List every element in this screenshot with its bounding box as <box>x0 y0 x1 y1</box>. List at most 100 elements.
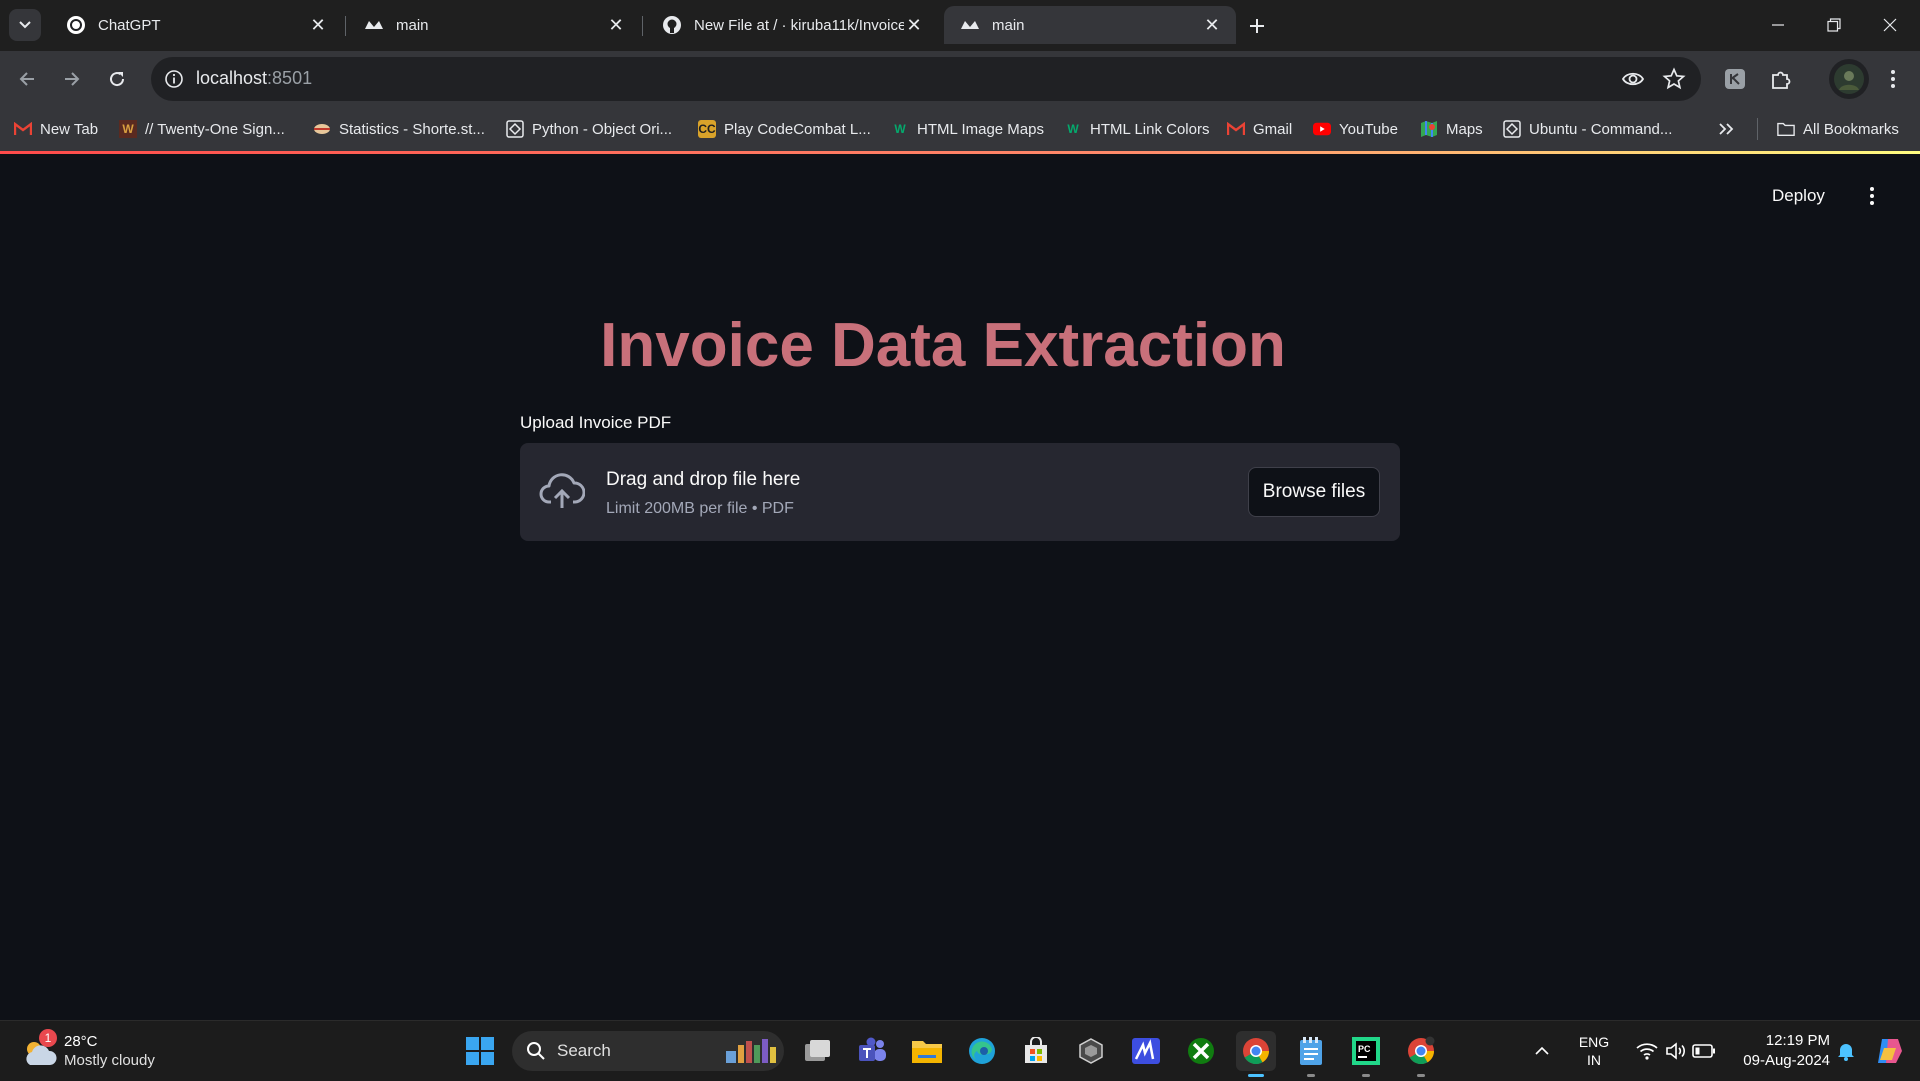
youtube-icon <box>1313 120 1331 138</box>
wifi-icon[interactable] <box>1635 1039 1659 1063</box>
cube-icon <box>1079 1038 1103 1064</box>
search-icon <box>527 1042 545 1060</box>
chatgpt-icon <box>66 15 86 35</box>
site-info-button[interactable] <box>159 64 189 94</box>
bookmark-html-link-colors[interactable]: W HTML Link Colors <box>1064 118 1209 140</box>
bookmark-python-oop[interactable]: Python - Object Ori... <box>506 118 672 140</box>
bookmark-twenty-one-sign[interactable]: W // Twenty-One Sign... <box>119 118 285 140</box>
chevron-down-icon <box>19 21 31 29</box>
extensions-puzzle-icon[interactable] <box>1764 62 1798 96</box>
close-window-button[interactable] <box>1862 0 1918 50</box>
address-bar[interactable]: localhost:8501 <box>151 57 1701 101</box>
bookmark-html-image-maps[interactable]: W HTML Image Maps <box>891 118 1044 140</box>
xbox-app[interactable] <box>1181 1031 1221 1071</box>
copilot-icon[interactable] <box>1874 1036 1904 1066</box>
microsoft-store-app[interactable] <box>1016 1031 1056 1071</box>
weather-widget[interactable]: 1 28°C Mostly cloudy <box>22 1029 182 1073</box>
gmail-icon <box>14 120 32 138</box>
avatar-icon <box>1834 64 1864 94</box>
teams-app[interactable] <box>852 1031 892 1071</box>
bookmark-new-tab[interactable]: New Tab <box>14 118 98 140</box>
bookmark-label: HTML Image Maps <box>917 120 1044 138</box>
bookmark-codecombat[interactable]: CC Play CodeCombat L... <box>698 118 871 140</box>
close-icon[interactable]: ✕ <box>1202 15 1222 35</box>
close-icon[interactable]: ✕ <box>904 15 924 35</box>
bookmark-youtube[interactable]: YouTube <box>1313 118 1398 140</box>
bookmark-ubuntu-command[interactable]: Ubuntu - Command... <box>1503 118 1672 140</box>
show-hidden-icons[interactable] <box>1530 1039 1554 1063</box>
app-menu-button[interactable] <box>1862 181 1882 211</box>
tab-github-new-file[interactable]: New File at / · kiruba11k/Invoice ✕ <box>646 6 938 44</box>
tab-title: main <box>396 16 429 34</box>
folder-icon <box>912 1041 942 1063</box>
extension-app-icon[interactable] <box>1718 62 1752 96</box>
chrome-icon <box>1408 1036 1435 1065</box>
back-button[interactable] <box>10 62 44 96</box>
windows-taskbar: 1 28°C Mostly cloudy Search PC ENG IN 12… <box>0 1020 1920 1081</box>
file-explorer-app[interactable] <box>907 1031 947 1071</box>
tab-main-1[interactable]: main ✕ <box>348 6 640 44</box>
new-tab-button[interactable] <box>1241 10 1273 42</box>
edge-icon <box>969 1038 995 1064</box>
bookmark-statistics[interactable]: Statistics - Shorte.st... <box>313 118 485 140</box>
profile-avatar[interactable] <box>1829 59 1869 99</box>
bookmark-maps[interactable]: Maps <box>1420 118 1483 140</box>
star-icon[interactable] <box>1662 67 1686 91</box>
browser-toolbar: localhost:8501 <box>0 51 1920 107</box>
weather-condition: Mostly cloudy <box>64 1052 155 1069</box>
edge-app[interactable] <box>962 1031 1002 1071</box>
w3schools-icon: W <box>894 122 906 136</box>
reload-button[interactable] <box>100 62 134 96</box>
site-icon <box>1503 120 1521 138</box>
tab-divider <box>642 16 643 36</box>
clock[interactable]: 12:19 PM 09-Aug-2024 <box>1722 1031 1830 1071</box>
taskbar-search[interactable]: Search <box>512 1031 784 1071</box>
arrow-left-icon <box>19 72 34 86</box>
eye-icon[interactable] <box>1621 67 1645 91</box>
browse-files-button[interactable]: Browse files <box>1248 467 1380 517</box>
battery-icon[interactable] <box>1692 1039 1716 1063</box>
windows-logo-icon <box>466 1037 494 1065</box>
forward-button[interactable] <box>55 62 89 96</box>
bookmark-label: Maps <box>1446 120 1483 138</box>
minimize-button[interactable] <box>1750 0 1806 50</box>
tab-title: ChatGPT <box>98 16 161 34</box>
restore-button[interactable] <box>1806 0 1862 50</box>
notepad-app[interactable] <box>1291 1031 1331 1077</box>
streamlit-icon <box>960 15 980 35</box>
language-indicator[interactable]: ENG IN <box>1574 1033 1614 1069</box>
file-dropzone[interactable]: Drag and drop file here Limit 200MB per … <box>520 443 1400 541</box>
notification-bell-icon[interactable] <box>1834 1039 1858 1063</box>
maestro-app[interactable] <box>1126 1031 1166 1071</box>
close-icon[interactable]: ✕ <box>606 15 626 35</box>
bookmarks-overflow-button[interactable] <box>1718 118 1734 140</box>
chrome-app-active[interactable] <box>1236 1031 1276 1077</box>
bookmark-gmail[interactable]: Gmail <box>1227 118 1292 140</box>
tab-main-active[interactable]: main ✕ <box>944 6 1236 44</box>
chrome-profile-app[interactable] <box>1401 1031 1441 1077</box>
upload-label: Upload Invoice PDF <box>520 413 672 432</box>
running-indicator <box>1307 1074 1315 1077</box>
search-highlight-icon <box>726 1039 776 1063</box>
deploy-button[interactable]: Deploy <box>1772 183 1825 209</box>
folder-icon <box>1777 120 1795 138</box>
kebab-menu-icon <box>1891 70 1895 88</box>
tab-search-button[interactable] <box>9 9 41 41</box>
start-button[interactable] <box>460 1031 500 1071</box>
unity-hub-app[interactable] <box>1071 1031 1111 1071</box>
browser-menu-button[interactable] <box>1876 62 1910 96</box>
close-icon[interactable]: ✕ <box>308 15 328 35</box>
github-icon <box>662 15 682 35</box>
task-view-button[interactable] <box>797 1031 837 1071</box>
close-icon <box>1883 18 1897 32</box>
cloud-upload-icon <box>539 470 586 514</box>
all-bookmarks-button[interactable]: All Bookmarks <box>1777 118 1899 140</box>
tab-chatgpt[interactable]: ChatGPT ✕ <box>50 6 342 44</box>
kebab-menu-icon <box>1870 187 1874 205</box>
pycharm-app[interactable]: PC <box>1346 1031 1386 1077</box>
arrow-right-icon <box>65 72 80 86</box>
running-indicator <box>1248 1074 1264 1077</box>
pen-app-icon <box>1132 1038 1160 1064</box>
volume-icon[interactable] <box>1664 1039 1688 1063</box>
search-label: Search <box>557 1041 611 1060</box>
